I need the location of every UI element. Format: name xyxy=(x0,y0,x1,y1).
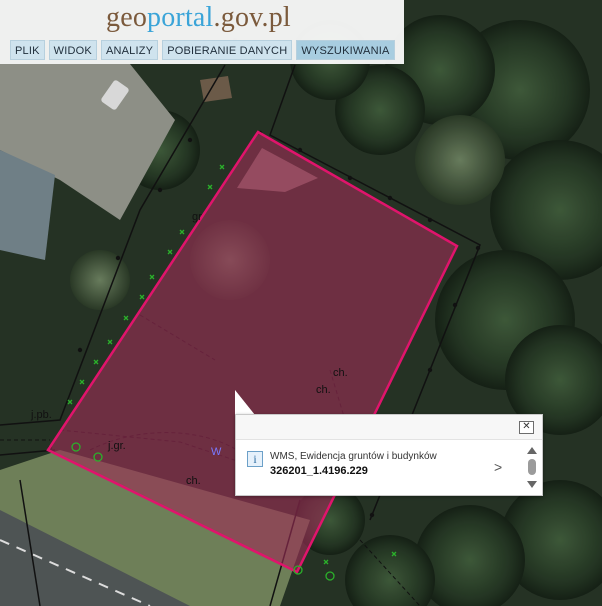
menu-wyszukiwania[interactable]: WYSZUKIWANIA xyxy=(296,40,395,60)
map-label-gr: gr xyxy=(192,211,202,223)
info-icon: i xyxy=(247,451,263,467)
geoportal-logo[interactable]: geoportal.gov.pl xyxy=(106,2,291,34)
map-label-jpb: j.pb. xyxy=(30,409,52,421)
map-label-w: W xyxy=(211,446,222,458)
map-label-jgr: j.gr. xyxy=(107,440,126,452)
scroll-down-icon[interactable] xyxy=(527,481,537,488)
logo-geo: geo xyxy=(106,2,148,33)
menu-plik[interactable]: PLIK xyxy=(10,40,45,60)
chevron-right-icon[interactable]: > xyxy=(494,459,502,475)
map-label-ch-3: ch. xyxy=(186,475,201,487)
map-canvas[interactable]: ch. ch. ch. j.pb. j.gr. gr W xyxy=(0,0,602,606)
popup-parcel-id[interactable]: 326201_1.4196.229 xyxy=(270,465,368,477)
feature-info-popup: ✕ i WMS, Ewidencja gruntów i budynków 32… xyxy=(235,414,543,496)
map-label-ch-2: ch. xyxy=(316,384,331,396)
close-icon[interactable]: ✕ xyxy=(519,421,534,434)
popup-layer-label: WMS, Ewidencja gruntów i budynków xyxy=(270,451,437,462)
menu-pobieranie-danych[interactable]: POBIERANIE DANYCH xyxy=(162,40,293,60)
menu-widok[interactable]: WIDOK xyxy=(48,40,97,60)
popup-title-bar: ✕ xyxy=(236,415,542,440)
scroll-up-icon[interactable] xyxy=(527,447,537,454)
menu-analizy[interactable]: ANALIZY xyxy=(100,40,159,60)
popup-tail xyxy=(235,390,255,415)
logo-portal: portal xyxy=(147,2,214,33)
map-label-ch-1: ch. xyxy=(333,367,348,379)
logo-domain: .gov.pl xyxy=(213,2,291,33)
app-header: geoportal.gov.pl PLIK WIDOK ANALIZY POBI… xyxy=(0,0,404,64)
scrollbar-thumb[interactable] xyxy=(528,459,536,475)
main-menu: PLIK WIDOK ANALIZY POBIERANIE DANYCH WYS… xyxy=(10,40,395,60)
